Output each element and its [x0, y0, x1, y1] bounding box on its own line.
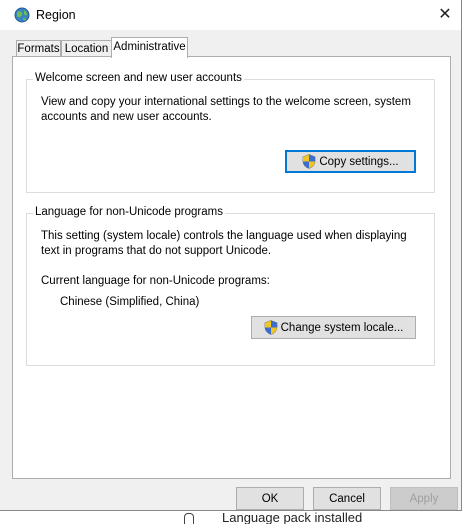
current-language-label: Current language for non-Unicode program…: [41, 275, 270, 287]
uac-shield-icon: [303, 154, 316, 169]
change-system-locale-label: Change system locale...: [280, 321, 404, 334]
non-unicode-description-line-2: text in programs that do not support Uni…: [41, 245, 272, 257]
background-window-right-edge: [463, 0, 474, 524]
background-status-text: Language pack installed: [222, 512, 363, 524]
non-unicode-group-title: Language for non-Unicode programs: [33, 206, 225, 218]
background-person-icon: [184, 513, 194, 524]
region-dialog: Region ✕ Formats Location Administrative…: [0, 0, 462, 511]
welcome-description-line-1: View and copy your international setting…: [41, 96, 411, 108]
apply-button[interactable]: Apply: [390, 487, 458, 510]
window-title: Region: [36, 8, 76, 22]
tab-location[interactable]: Location: [61, 40, 112, 57]
welcome-description-line-2: accounts and new user accounts.: [41, 111, 212, 123]
tab-administrative[interactable]: Administrative: [111, 37, 188, 58]
tab-formats[interactable]: Formats: [16, 40, 61, 57]
ok-button[interactable]: OK: [236, 487, 304, 510]
current-language-value: Chinese (Simplified, China): [60, 296, 200, 308]
non-unicode-group: Language for non-Unicode programs This s…: [26, 206, 435, 366]
welcome-screen-group: Welcome screen and new user accounts Vie…: [26, 72, 435, 193]
background-window-bottom-strip: Language pack installed: [0, 512, 474, 524]
copy-settings-label: Copy settings...: [319, 155, 399, 168]
title-bar[interactable]: Region ✕: [0, 0, 461, 30]
administrative-tab-panel: Welcome screen and new user accounts Vie…: [12, 56, 451, 479]
uac-shield-icon: [264, 320, 277, 335]
copy-settings-button[interactable]: Copy settings...: [285, 150, 416, 173]
change-system-locale-button[interactable]: Change system locale...: [251, 316, 416, 339]
globe-icon: [14, 7, 30, 23]
welcome-group-title: Welcome screen and new user accounts: [33, 72, 244, 84]
cancel-button[interactable]: Cancel: [313, 487, 381, 510]
non-unicode-description-line-1: This setting (system locale) controls th…: [41, 230, 407, 242]
close-button[interactable]: ✕: [430, 2, 460, 28]
